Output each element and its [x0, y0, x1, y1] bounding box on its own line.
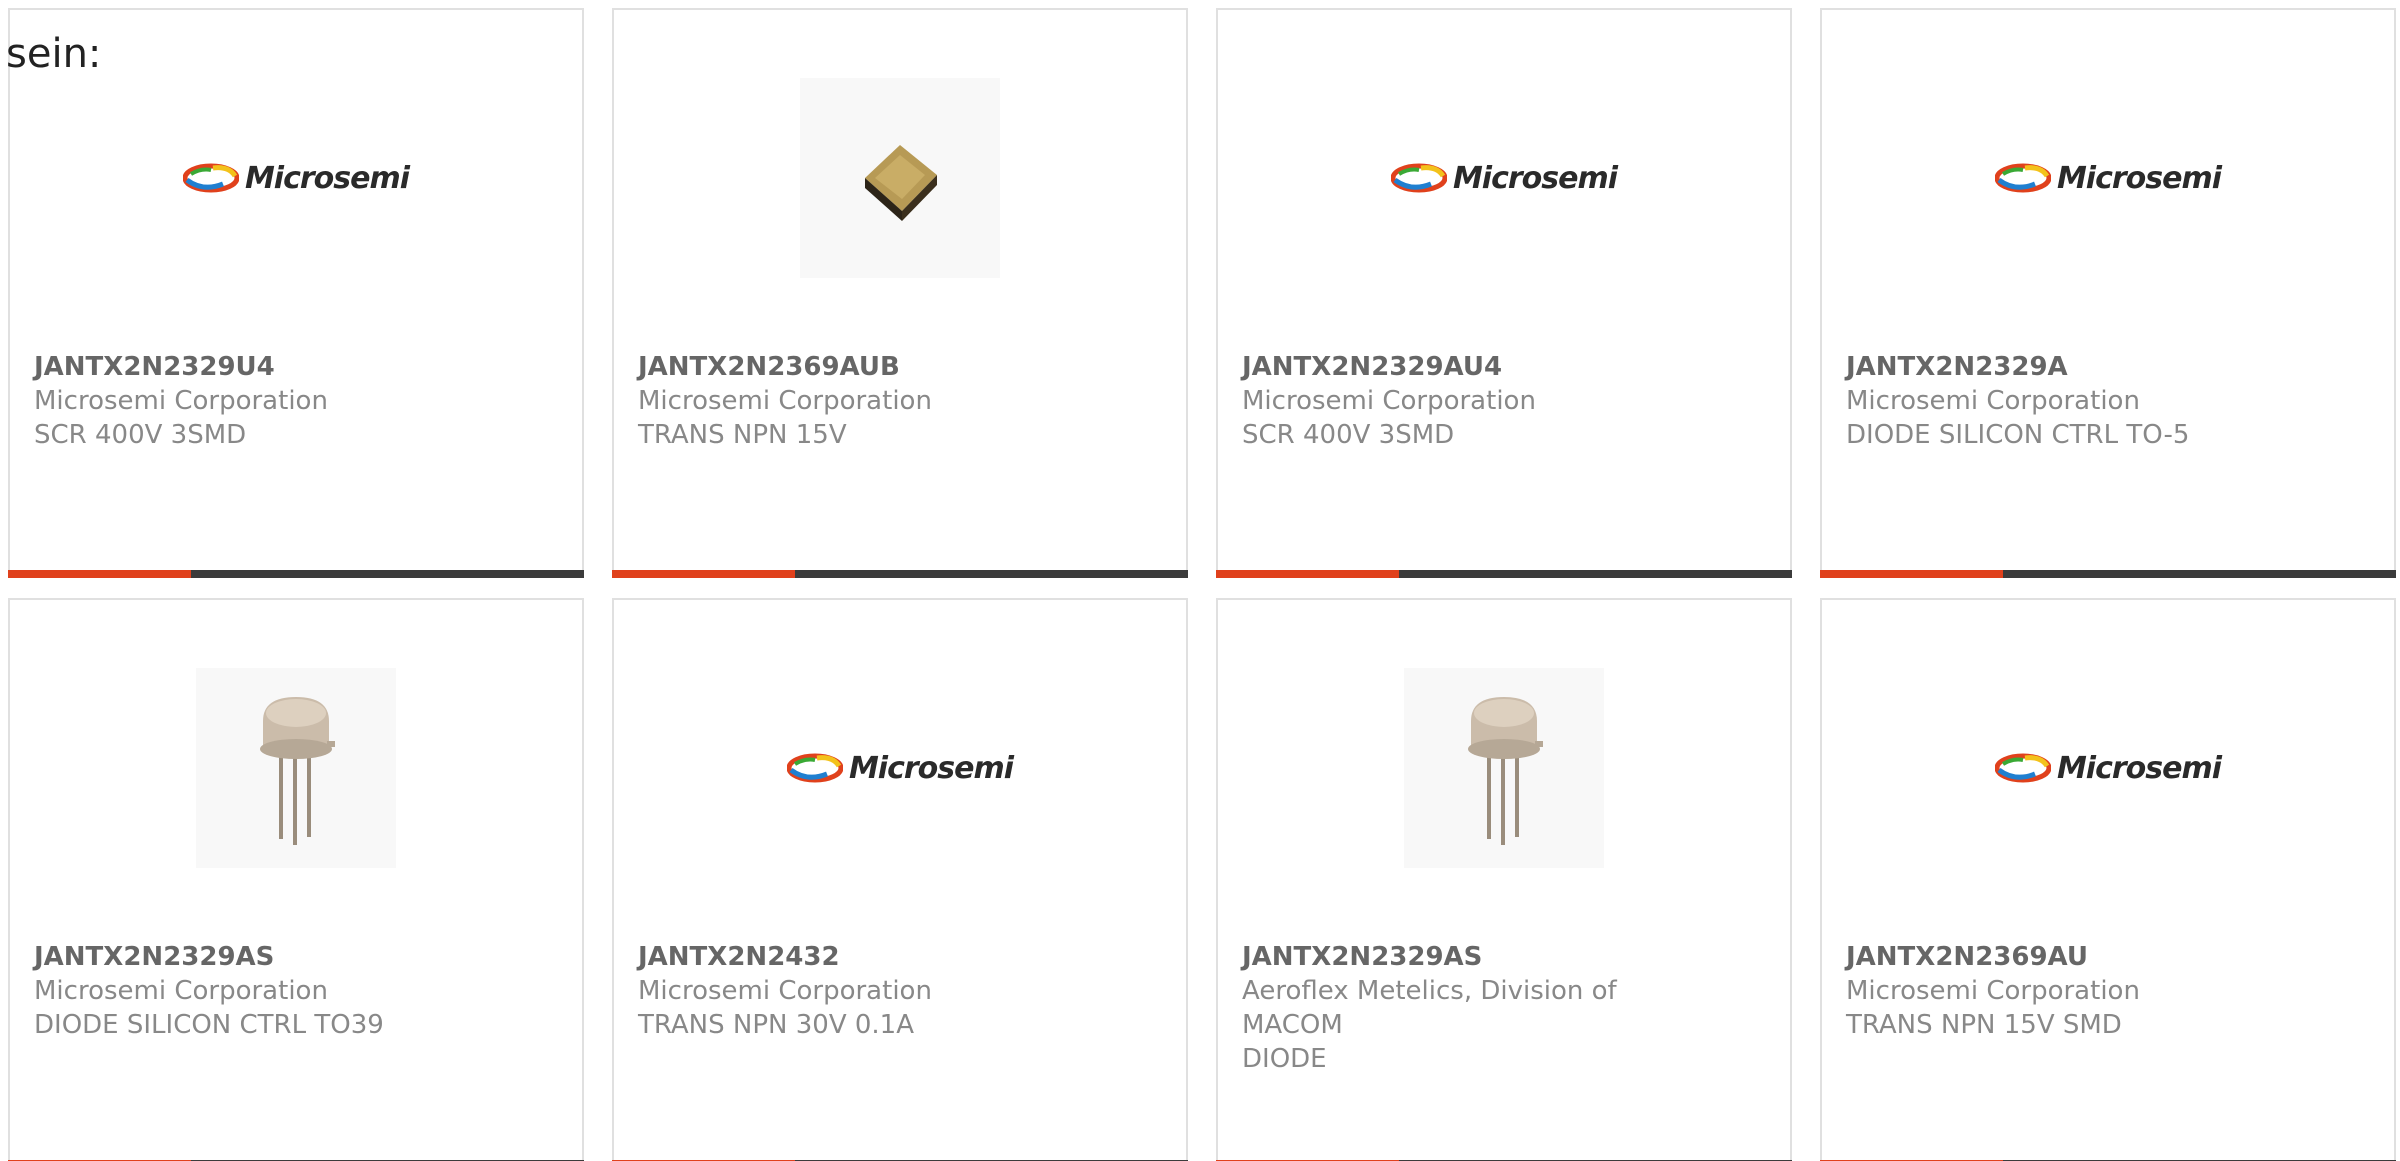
product-photo[interactable]: [196, 668, 396, 868]
product-card[interactable]: Microsemi JANTX2N2369AU Microsemi Corporat…: [1820, 598, 2396, 1161]
card-bottom-bar: [1820, 570, 2396, 578]
part-number-link[interactable]: JANTX2N2329A: [1846, 350, 2370, 384]
description: DIODE: [1242, 1044, 1327, 1074]
microsemi-swoosh-icon: [182, 163, 239, 193]
microsemi-swoosh-icon: [1390, 163, 1447, 193]
product-image-area[interactable]: Microsemi: [10, 78, 582, 278]
microsemi-swoosh-icon: [1994, 753, 2051, 783]
to-can-package-icon: [260, 697, 335, 845]
product-photo[interactable]: [800, 78, 1000, 278]
logo-wordmark: Microsemi: [1452, 160, 1618, 196]
manufacturer: Aeroflex Metelics, Division of MACOM: [1242, 976, 1617, 1040]
product-photo[interactable]: [1404, 668, 1604, 868]
card-bottom-bar: [612, 570, 1188, 578]
description: TRANS NPN 30V 0.1A: [638, 1010, 915, 1040]
part-number-link[interactable]: JANTX2N2329AS: [1242, 940, 1766, 974]
product-image-area[interactable]: [1218, 668, 1790, 868]
card-accent-bar: [1820, 570, 2003, 578]
product-image-area[interactable]: [10, 668, 582, 868]
product-info: JANTX2N2369AUB Microsemi Corporation TRANS…: [638, 350, 1162, 452]
part-number-link[interactable]: JANTX2N2329U4: [34, 350, 558, 384]
smd-package-icon: [865, 145, 937, 221]
product-grid-page: sein: Microsemi JANTX2N2329U4 Microsemi Co…: [0, 0, 2400, 1161]
microsemi-logo: Microsemi: [1994, 750, 2222, 786]
product-info: JANTX2N2329U4 Microsemi Corporation SCR 40…: [34, 350, 558, 452]
card-accent-bar: [8, 570, 191, 578]
product-card[interactable]: JANTX2N2329AS Aeroflex Metelics, Division…: [1216, 598, 1792, 1161]
manufacturer: Microsemi Corporation: [34, 386, 328, 416]
microsemi-swoosh-icon: [1994, 163, 2051, 193]
product-image-area[interactable]: Microsemi: [1822, 668, 2394, 868]
product-card[interactable]: Microsemi JANTX2N2329U4 Microsemi Corporat…: [8, 8, 584, 578]
manufacturer: Microsemi Corporation: [638, 386, 932, 416]
product-info: JANTX2N2329A Microsemi Corporation DIODE S…: [1846, 350, 2370, 452]
part-number-link[interactable]: JANTX2N2369AU: [1846, 940, 2370, 974]
part-number-link[interactable]: JANTX2N2329AS: [34, 940, 558, 974]
logo-wordmark: Microsemi: [244, 160, 410, 196]
logo-wordmark: Microsemi: [848, 750, 1014, 786]
product-image-area[interactable]: Microsemi: [1218, 78, 1790, 278]
manufacturer: Microsemi Corporation: [638, 976, 932, 1006]
product-card[interactable]: Microsemi JANTX2N2329A Microsemi Corporati…: [1820, 8, 2396, 578]
card-bottom-bar: [1216, 570, 1792, 578]
microsemi-swoosh-icon: [786, 753, 843, 783]
product-card[interactable]: Microsemi JANTX2N2432 Microsemi Corporatio…: [612, 598, 1188, 1161]
manufacturer: Microsemi Corporation: [1846, 976, 2140, 1006]
part-number-link[interactable]: JANTX2N2432: [638, 940, 1162, 974]
logo-wordmark: Microsemi: [2056, 160, 2222, 196]
card-accent-bar: [612, 570, 795, 578]
microsemi-logo: Microsemi: [1994, 160, 2222, 196]
product-info: JANTX2N2369AU Microsemi Corporation TRANS …: [1846, 940, 2370, 1042]
product-image-area[interactable]: [614, 78, 1186, 278]
product-image-area[interactable]: Microsemi: [614, 668, 1186, 868]
description: DIODE SILICON CTRL TO-5: [1846, 420, 2190, 450]
to-can-package-icon: [1468, 697, 1543, 845]
description: DIODE SILICON CTRL TO39: [34, 1010, 384, 1040]
microsemi-logo: Microsemi: [786, 750, 1014, 786]
product-card[interactable]: JANTX2N2329AS Microsemi Corporation DIODE …: [8, 598, 584, 1161]
intro-text: sein:: [6, 31, 102, 77]
part-number-link[interactable]: JANTX2N2369AUB: [638, 350, 1162, 384]
description: TRANS NPN 15V SMD: [1846, 1010, 2122, 1040]
card-bottom-bar: [8, 570, 584, 578]
logo-wordmark: Microsemi: [2056, 750, 2222, 786]
microsemi-logo: Microsemi: [182, 160, 410, 196]
product-info: JANTX2N2329AS Aeroflex Metelics, Division…: [1242, 940, 1766, 1076]
product-info: JANTX2N2329AU4 Microsemi Corporation SCR 4…: [1242, 350, 1766, 452]
manufacturer: Microsemi Corporation: [34, 976, 328, 1006]
description: SCR 400V 3SMD: [34, 420, 247, 450]
product-image-area[interactable]: Microsemi: [1822, 78, 2394, 278]
microsemi-logo: Microsemi: [1390, 160, 1618, 196]
product-card[interactable]: Microsemi JANTX2N2329AU4 Microsemi Corpora…: [1216, 8, 1792, 578]
product-info: JANTX2N2329AS Microsemi Corporation DIODE …: [34, 940, 558, 1042]
card-accent-bar: [1216, 570, 1399, 578]
description: TRANS NPN 15V: [638, 420, 847, 450]
part-number-link[interactable]: JANTX2N2329AU4: [1242, 350, 1766, 384]
description: SCR 400V 3SMD: [1242, 420, 1455, 450]
product-info: JANTX2N2432 Microsemi Corporation TRANS NP…: [638, 940, 1162, 1042]
manufacturer: Microsemi Corporation: [1242, 386, 1536, 416]
manufacturer: Microsemi Corporation: [1846, 386, 2140, 416]
product-card[interactable]: JANTX2N2369AUB Microsemi Corporation TRANS…: [612, 8, 1188, 578]
